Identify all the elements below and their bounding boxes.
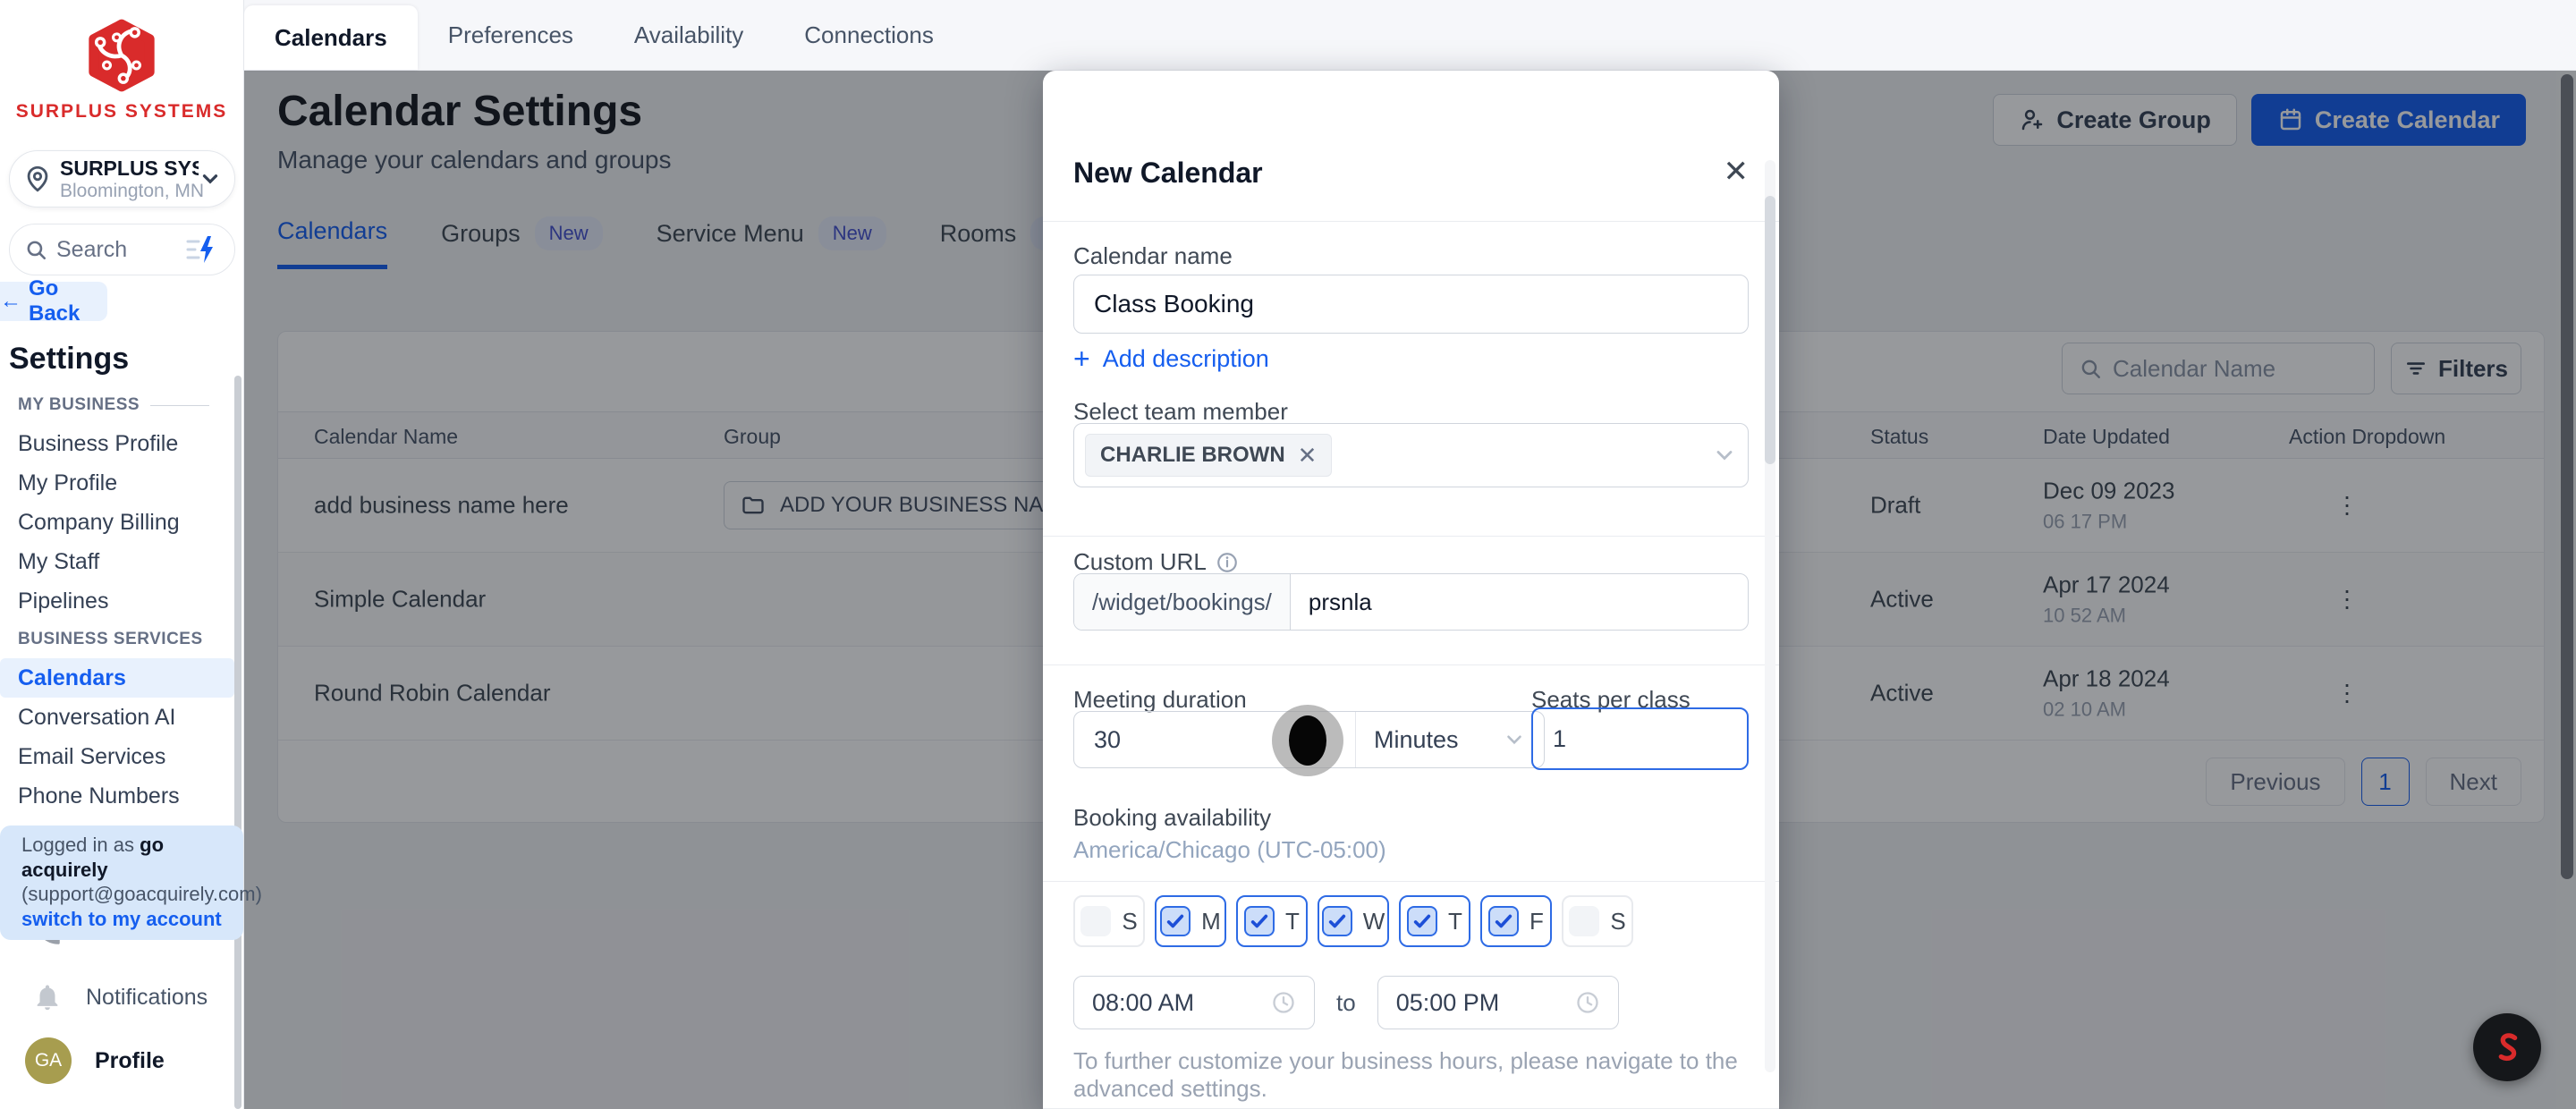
end-time-input[interactable]: 05:00 PM	[1377, 976, 1619, 1029]
bell-icon	[32, 982, 63, 1012]
checkbox	[1488, 906, 1519, 936]
weekday-selector: S M T W T F S	[1073, 895, 1633, 947]
chevron-down-icon	[199, 167, 222, 190]
clock-icon	[1575, 990, 1600, 1015]
checkbox	[1407, 906, 1437, 936]
sidebar-item-conversation-ai[interactable]: Conversation AI	[0, 698, 234, 737]
chat-brand-s-icon	[2487, 1027, 2528, 1068]
booking-availability-label: Booking availability	[1073, 804, 1749, 832]
day-checkbox-saturday[interactable]: S	[1562, 895, 1633, 947]
surplus-systems-logo-icon	[82, 16, 161, 95]
sidebar-item-pipelines[interactable]: Pipelines	[0, 581, 234, 621]
top-tab-bar: Calendars Preferences Availability Conne…	[244, 0, 2576, 71]
to-label: to	[1336, 989, 1356, 1017]
nav-section-my-business: MY BUSINESS	[0, 386, 234, 424]
clock-icon	[1271, 990, 1296, 1015]
chevron-down-icon	[1712, 443, 1737, 468]
search-icon	[24, 238, 47, 261]
remove-member-icon[interactable]: ✕	[1298, 442, 1318, 470]
custom-url-input[interactable]: /widget/bookings/ prsnla	[1073, 573, 1749, 631]
sidebar-item-business-profile[interactable]: Business Profile	[0, 424, 234, 463]
go-back-button[interactable]: ← Go Back	[0, 282, 107, 321]
add-description-link[interactable]: + Add description	[1073, 343, 1269, 376]
impersonation-banner: Logged in as go acquirely (support@goacq…	[0, 825, 243, 940]
search-placeholder: Search	[56, 237, 184, 263]
arrow-left-icon: ←	[0, 289, 21, 314]
top-tab-preferences[interactable]: Preferences	[418, 0, 604, 70]
seats-per-class-input[interactable]: 1	[1531, 707, 1749, 770]
sidebar-item-notifications[interactable]: Notifications	[0, 972, 234, 1022]
day-checkbox-monday[interactable]: M	[1155, 895, 1226, 947]
avatar: GA	[25, 1037, 72, 1084]
org-location: Bloomington, MN	[60, 181, 199, 202]
location-switcher[interactable]: SURPLUS SYSTEM... Bloomington, MN	[9, 150, 235, 207]
sidebar-item-calendars[interactable]: Calendars	[0, 658, 234, 698]
info-icon	[1216, 551, 1239, 574]
day-checkbox-sunday[interactable]: S	[1073, 895, 1145, 947]
sidebar-item-profile[interactable]: GA Profile	[0, 1036, 234, 1086]
org-name: SURPLUS SYSTEM...	[60, 157, 199, 181]
sidebar-item-my-staff[interactable]: My Staff	[0, 542, 234, 581]
team-member-select[interactable]: CHARLIE BROWN ✕	[1073, 423, 1749, 487]
brand-logo-text: SURPLUS SYSTEMS	[0, 101, 243, 123]
chat-widget-button[interactable]	[2473, 1013, 2541, 1081]
team-member-label: Select team member	[1073, 398, 1749, 426]
checkbox	[1322, 906, 1352, 936]
day-checkbox-tuesday[interactable]: T	[1236, 895, 1308, 947]
top-tab-connections[interactable]: Connections	[774, 0, 964, 70]
calendar-name-input[interactable]: Class Booking	[1073, 275, 1749, 334]
sidebar-item-phone-numbers[interactable]: Phone Numbers	[0, 776, 234, 816]
sidebar-item-email-services[interactable]: Email Services	[0, 737, 234, 776]
switch-account-link[interactable]: switch to my account	[21, 908, 222, 930]
day-checkbox-wednesday[interactable]: W	[1318, 895, 1389, 947]
sidebar-item-my-profile[interactable]: My Profile	[0, 463, 234, 503]
custom-url-label: Custom URL	[1073, 548, 1749, 576]
impersonation-email: (support@goacquirely.com)	[21, 883, 262, 905]
checkbox	[1569, 906, 1599, 936]
chevron-down-icon	[1503, 728, 1526, 751]
duration-unit-select[interactable]: Minutes	[1356, 712, 1544, 767]
sidebar-search[interactable]: Search	[9, 224, 235, 275]
top-tab-calendars[interactable]: Calendars	[244, 5, 418, 70]
timezone-text: America/Chicago (UTC-05:00)	[1073, 836, 1749, 864]
checkbox	[1080, 906, 1111, 936]
day-checkbox-friday[interactable]: F	[1480, 895, 1552, 947]
top-tab-availability[interactable]: Availability	[604, 0, 774, 70]
checkbox	[1160, 906, 1191, 936]
modal-title: New Calendar	[1073, 157, 1749, 190]
nav-section-business-services: BUSINESS SERVICES	[0, 621, 234, 658]
day-checkbox-thursday[interactable]: T	[1399, 895, 1470, 947]
hours-range: 08:00 AM to 05:00 PM	[1073, 976, 1619, 1029]
modal-scrollbar-thumb[interactable]	[1765, 196, 1775, 464]
plus-icon: +	[1073, 343, 1090, 376]
url-slug-value: prsnla	[1291, 574, 1390, 630]
advanced-settings-note: To further customize your business hours…	[1073, 1047, 1779, 1103]
new-calendar-modal: New Calendar ✕ Calendar name Class Booki…	[1043, 71, 1779, 1109]
team-member-chip: CHARLIE BROWN ✕	[1085, 434, 1332, 477]
checkbox	[1244, 906, 1275, 936]
location-pin-icon	[22, 164, 53, 194]
sidebar: SURPLUS SYSTEMS SURPLUS SYSTEM... Bloomi…	[0, 0, 244, 1109]
app-root: SURPLUS SYSTEMS SURPLUS SYSTEM... Bloomi…	[0, 0, 2576, 1109]
quick-actions-bolt-icon[interactable]	[184, 234, 220, 265]
brand-logo: SURPLUS SYSTEMS	[0, 0, 243, 123]
start-time-input[interactable]: 08:00 AM	[1073, 976, 1315, 1029]
sidebar-item-company-billing[interactable]: Company Billing	[0, 503, 234, 542]
click-indicator	[1272, 705, 1343, 776]
cursor-dot	[1289, 715, 1326, 766]
close-icon[interactable]: ✕	[1724, 157, 1750, 187]
url-prefix: /widget/bookings/	[1074, 574, 1291, 630]
settings-nav: MY BUSINESS Business Profile My Profile …	[0, 386, 234, 855]
settings-heading: Settings	[9, 342, 129, 377]
calendar-name-label: Calendar name	[1073, 242, 1749, 270]
sidebar-scrollbar[interactable]	[234, 376, 242, 1109]
